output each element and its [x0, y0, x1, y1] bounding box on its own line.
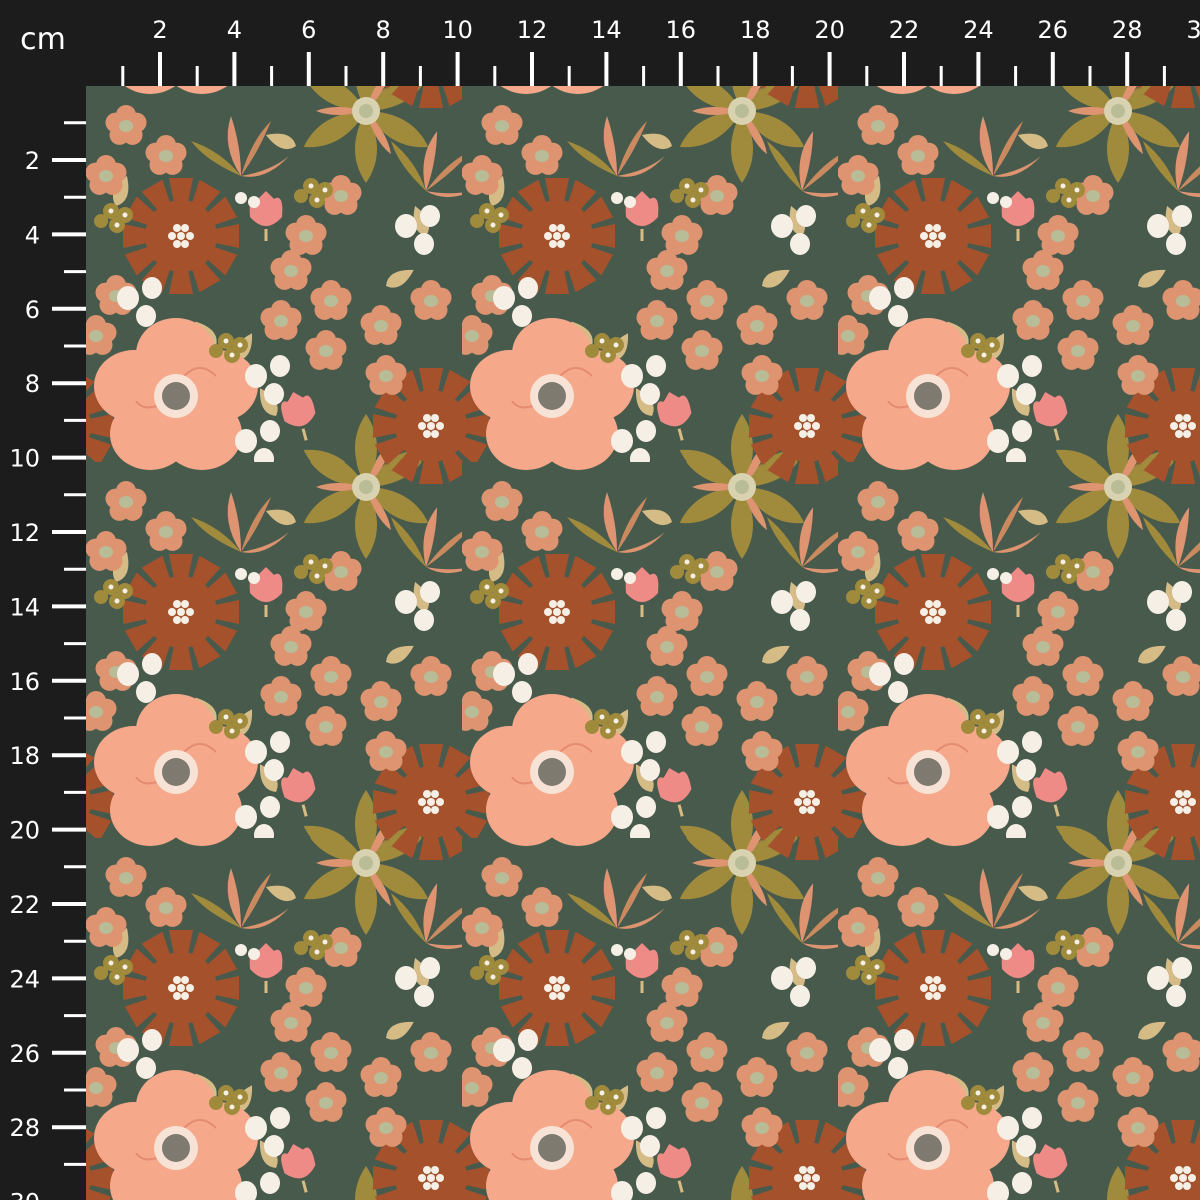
left-ruler-label: 2: [25, 147, 40, 175]
top-ruler-labels: 24681012141618202224262830: [152, 16, 1200, 44]
top-ruler-label: 12: [517, 16, 548, 44]
left-ruler-label: 20: [9, 817, 40, 845]
left-ruler-label: 6: [25, 296, 40, 324]
left-ruler-label: 4: [25, 221, 40, 249]
top-ruler-label: 8: [376, 16, 391, 44]
left-ruler-label: 26: [9, 1040, 40, 1068]
left-ruler-label: 8: [25, 370, 40, 398]
ruler-overlay: 24681012141618202224262830 2468101214161…: [0, 0, 1200, 1200]
top-ruler-label: 18: [740, 16, 771, 44]
top-ruler-label: 16: [666, 16, 697, 44]
left-ruler-label: 18: [9, 742, 40, 770]
top-ruler-label: 20: [814, 16, 845, 44]
left-ruler-label: 16: [9, 668, 40, 696]
left-ruler-label: 22: [9, 891, 40, 919]
left-ruler-label: 28: [9, 1114, 40, 1142]
top-ruler-label: 30: [1186, 16, 1200, 44]
top-ruler-label: 28: [1112, 16, 1143, 44]
top-ruler-label: 6: [301, 16, 316, 44]
left-ruler-label: 30: [9, 1189, 40, 1200]
top-ruler-label: 2: [152, 16, 167, 44]
left-ruler-label: 10: [9, 445, 40, 473]
left-ruler-label: 24: [9, 965, 40, 993]
top-ruler-label: 10: [442, 16, 473, 44]
top-ruler-label: 24: [963, 16, 994, 44]
top-ruler-label: 22: [889, 16, 920, 44]
top-ruler-label: 26: [1038, 16, 1069, 44]
left-ruler-label: 12: [9, 519, 40, 547]
top-ruler-label: 4: [227, 16, 242, 44]
left-ruler-label: 14: [9, 593, 40, 621]
top-ruler-label: 14: [591, 16, 622, 44]
